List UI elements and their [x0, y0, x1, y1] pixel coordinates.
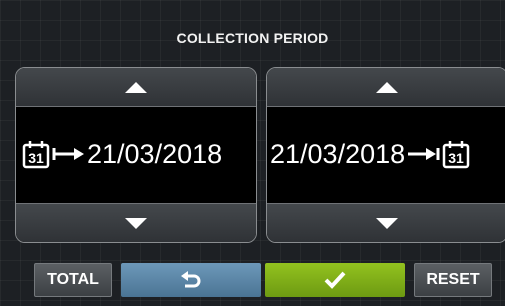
- end-date-decrement-button[interactable]: [267, 203, 505, 242]
- arrow-right-to-bar-icon: [408, 148, 440, 160]
- end-date-panel: 21/03/2018 31: [266, 67, 505, 243]
- start-date-display: 31 21/03/2018: [16, 106, 256, 202]
- total-button[interactable]: TOTAL: [34, 263, 112, 297]
- back-button[interactable]: [121, 263, 261, 297]
- arrow-right-from-bar-icon: [52, 148, 84, 160]
- svg-text:31: 31: [448, 150, 464, 166]
- end-date-value: 21/03/2018: [270, 138, 406, 169]
- start-date-increment-button[interactable]: [16, 68, 256, 107]
- calendar-icon: 31: [441, 139, 471, 169]
- check-icon: [324, 271, 346, 289]
- end-date-increment-button[interactable]: [267, 68, 505, 107]
- undo-arrow-icon: [181, 271, 201, 288]
- start-date-decrement-button[interactable]: [16, 203, 256, 242]
- end-date-display: 21/03/2018 31: [267, 106, 505, 202]
- reset-button[interactable]: RESET: [414, 263, 492, 297]
- svg-text:31: 31: [28, 150, 44, 166]
- triangle-down-icon: [125, 217, 147, 229]
- start-date-value: 21/03/2018: [87, 138, 223, 169]
- triangle-up-icon: [125, 81, 147, 93]
- triangle-down-icon: [376, 217, 398, 229]
- start-date-panel: 31 21/03/2018: [15, 67, 257, 243]
- calendar-icon: 31: [21, 139, 51, 169]
- triangle-up-icon: [376, 81, 398, 93]
- confirm-button[interactable]: [265, 263, 405, 297]
- screen-title: COLLECTION PERIOD: [176, 30, 329, 46]
